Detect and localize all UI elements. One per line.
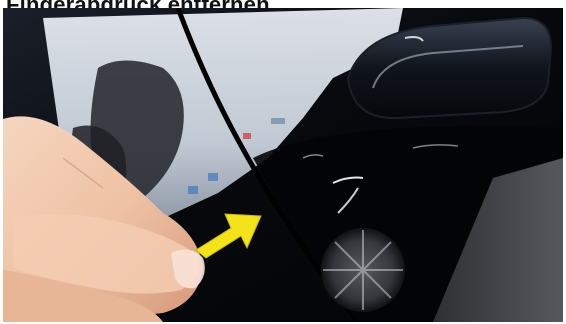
car-photo <box>3 8 563 322</box>
page: Fingerabdruck entfernen <box>0 0 566 324</box>
car-photo-illustration <box>3 8 563 322</box>
caption-title: Fingerabdruck entfernen <box>6 0 270 8</box>
